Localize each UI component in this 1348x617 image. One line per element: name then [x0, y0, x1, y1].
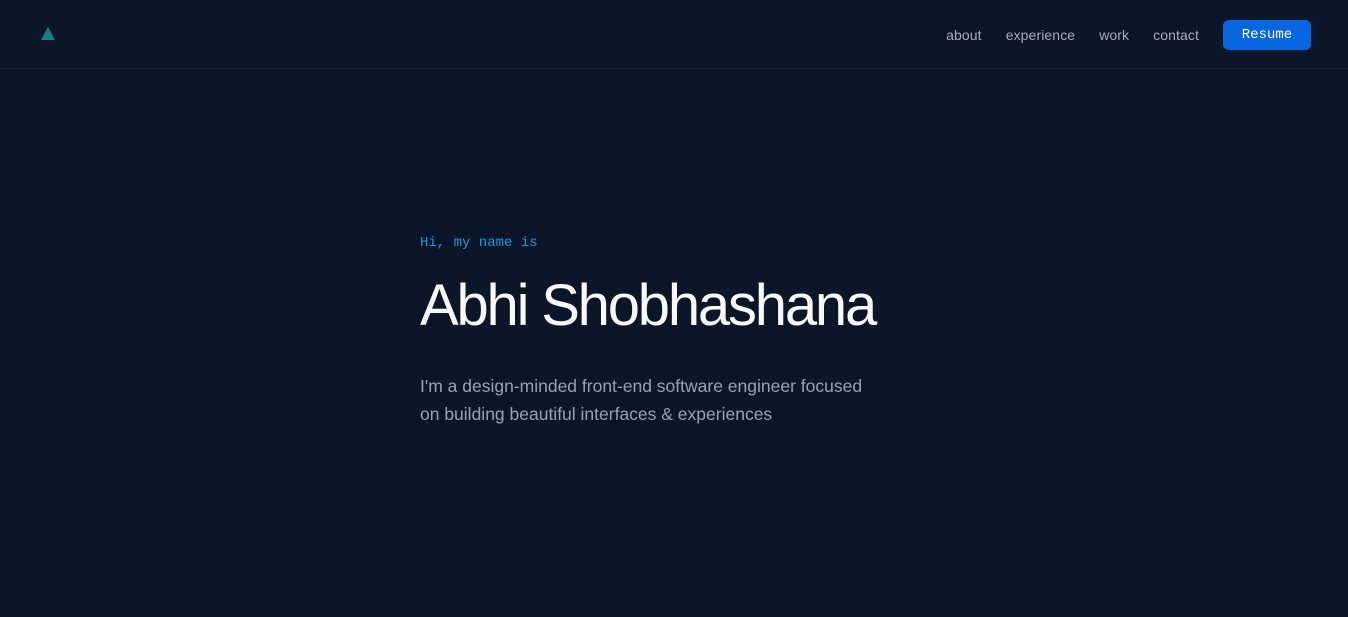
navbar: about experience work contact Resume: [0, 0, 1348, 69]
tagline-line-2: on building beautiful interfaces & exper…: [420, 404, 773, 424]
nav-link-experience[interactable]: experience: [1006, 27, 1076, 43]
hero-name: Abhi Shobhashana: [420, 273, 877, 338]
resume-button[interactable]: Resume: [1223, 19, 1311, 50]
hero-tagline: I'm a design-minded front-end software e…: [420, 372, 920, 428]
nav-link-contact[interactable]: contact: [1153, 27, 1199, 43]
triangle-logo-icon[interactable]: [40, 26, 56, 41]
nav-link-about[interactable]: about: [946, 27, 982, 43]
tagline-line-1: I'm a design-minded front-end software e…: [420, 376, 863, 396]
nav-links: about experience work contact Resume: [946, 0, 1348, 69]
nav-link-work[interactable]: work: [1099, 27, 1129, 43]
greeting-text: Hi, my name is: [420, 235, 538, 251]
hero-section: Hi, my name is Abhi Shobhashana I'm a de…: [420, 232, 960, 428]
